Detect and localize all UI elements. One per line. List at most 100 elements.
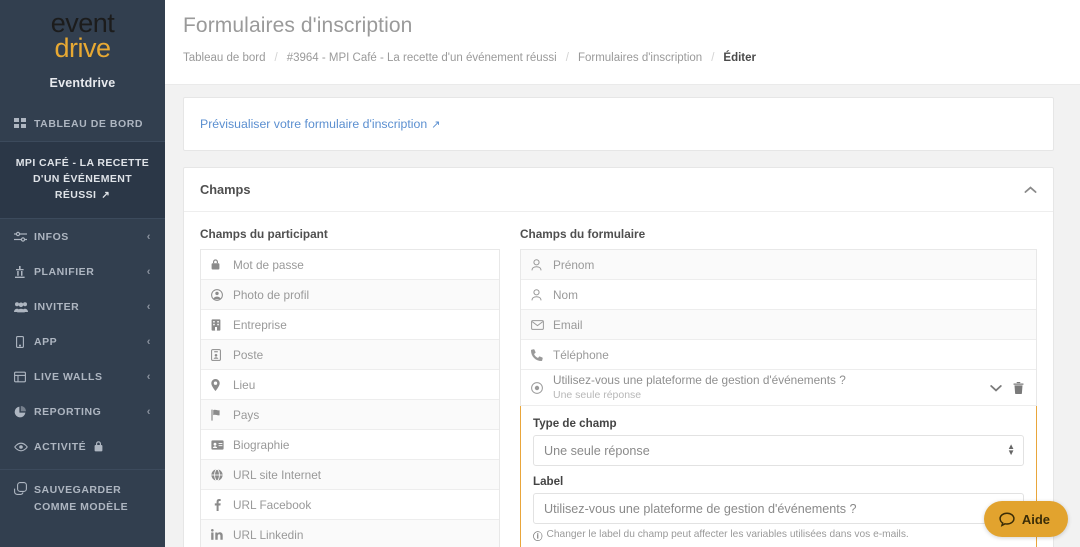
sidebar-current-event[interactable]: MPI CAFÉ - LA RECETTE D'UN ÉVÉNEMENT RÉU… bbox=[0, 141, 165, 220]
help-widget-label: Aide bbox=[1021, 511, 1050, 527]
field-label-input[interactable] bbox=[533, 493, 1024, 524]
list-item-label: Mot de passe bbox=[233, 257, 304, 272]
trash-icon[interactable] bbox=[1013, 381, 1024, 394]
eye-icon bbox=[14, 442, 34, 452]
pie-chart-icon bbox=[14, 405, 34, 418]
field-label-hint-text: Changer le label du champ peut affecter … bbox=[546, 529, 909, 540]
field-edit-panel: Type de champ Une seule réponse ▲ ▼ Label bbox=[520, 406, 1037, 547]
participant-fields-list: Mot de passe Photo de profil Entreprise bbox=[200, 249, 500, 547]
fields-panel-title: Champs bbox=[200, 182, 251, 197]
chevron-down-icon[interactable] bbox=[990, 384, 1002, 392]
chevron-left-icon: ‹ bbox=[146, 265, 151, 278]
list-item[interactable]: URL Linkedin bbox=[201, 520, 499, 547]
chevron-left-icon: ‹ bbox=[146, 405, 151, 418]
chevron-left-icon: ‹ bbox=[146, 335, 151, 348]
fields-panel-header[interactable]: Champs bbox=[184, 168, 1053, 212]
table-cell-label: Email bbox=[553, 317, 583, 332]
phone-icon bbox=[531, 348, 553, 361]
field-type-select[interactable]: Une seule réponse bbox=[533, 435, 1024, 466]
map-pin-icon bbox=[211, 378, 233, 391]
list-item[interactable]: URL Facebook bbox=[201, 490, 499, 520]
mobile-icon bbox=[14, 335, 34, 348]
participant-fields-title: Champs du participant bbox=[200, 227, 328, 241]
table-cell-label: Prénom bbox=[553, 257, 595, 272]
breadcrumb-item-event[interactable]: #3964 - MPI Café - La recette d'un événe… bbox=[287, 52, 557, 64]
sidebar: event drive Eventdrive TABLEAU DE BORD M… bbox=[0, 0, 165, 547]
table-row[interactable]: Email bbox=[521, 310, 1036, 340]
breadcrumb-separator: / bbox=[565, 52, 569, 64]
main-area: Formulaires d'inscription Tableau de bor… bbox=[165, 0, 1080, 547]
list-item[interactable]: Photo de profil bbox=[201, 280, 499, 310]
list-item[interactable]: Mot de passe bbox=[201, 250, 499, 280]
breadcrumb: Tableau de bord / #3964 - MPI Café - La … bbox=[165, 38, 1080, 64]
list-item[interactable]: Pays bbox=[201, 400, 499, 430]
list-item[interactable]: Biographie bbox=[201, 430, 499, 460]
user-circle-icon bbox=[211, 288, 233, 301]
sidebar-item-save-as-template[interactable]: SAUVEGARDER COMME MODÈLE bbox=[0, 470, 165, 515]
external-link-icon: ↗ bbox=[431, 119, 441, 131]
display-icon bbox=[14, 371, 34, 383]
table-cell-label: Téléphone bbox=[553, 347, 609, 362]
topbar: Formulaires d'inscription Tableau de bor… bbox=[165, 0, 1080, 85]
table-row[interactable]: Prénom bbox=[521, 250, 1036, 280]
preview-form-link[interactable]: Prévisualiser votre formulaire d'inscrip… bbox=[200, 117, 440, 131]
list-item-label: Poste bbox=[233, 347, 264, 362]
list-item[interactable]: URL site Internet bbox=[201, 460, 499, 490]
sidebar-item-reporting[interactable]: REPORTING ‹ bbox=[0, 394, 165, 429]
sidebar-item-label: PLANIFIER bbox=[34, 265, 95, 278]
chat-bubble-icon bbox=[999, 511, 1015, 527]
chevron-left-icon: ‹ bbox=[146, 230, 151, 243]
sidebar-item-label: LIVE WALLS bbox=[34, 370, 103, 383]
app-root: event drive Eventdrive TABLEAU DE BORD M… bbox=[0, 0, 1080, 547]
sidebar-item-inviter[interactable]: INVITER ‹ bbox=[0, 289, 165, 324]
breadcrumb-separator: / bbox=[274, 52, 278, 64]
list-item-label: URL Facebook bbox=[233, 497, 312, 512]
sidebar-item-label: INFOS bbox=[34, 230, 69, 243]
form-fields-list: Prénom Nom Email Téléphone Utilisez-vous… bbox=[520, 249, 1037, 406]
globe-icon bbox=[211, 468, 233, 481]
list-item-label: Lieu bbox=[233, 377, 256, 392]
table-row-selected[interactable]: Utilisez-vous une plateforme de gestion … bbox=[521, 370, 1036, 406]
help-widget-button[interactable]: Aide bbox=[983, 501, 1068, 537]
sidebar-item-infos[interactable]: INFOS ‹ bbox=[0, 219, 165, 254]
sliders-icon bbox=[14, 231, 34, 243]
sidebar-item-label: SAUVEGARDER COMME MODÈLE bbox=[34, 484, 129, 513]
table-row[interactable]: Nom bbox=[521, 280, 1036, 310]
breadcrumb-item-dashboard[interactable]: Tableau de bord bbox=[183, 52, 265, 64]
external-link-icon: ↗ bbox=[101, 189, 111, 201]
page-title: Formulaires d'inscription bbox=[183, 14, 413, 37]
users-icon bbox=[14, 301, 34, 313]
envelope-icon bbox=[531, 319, 553, 330]
list-item[interactable]: Poste bbox=[201, 340, 499, 370]
field-type-label: Type de champ bbox=[533, 417, 617, 430]
breadcrumb-item-forms[interactable]: Formulaires d'inscription bbox=[578, 52, 702, 64]
list-item-label: Pays bbox=[233, 407, 260, 422]
form-fields-column: Champs du formulaire Prénom Nom Email Té… bbox=[520, 227, 1037, 547]
sidebar-item-live-walls[interactable]: LIVE WALLS ‹ bbox=[0, 359, 165, 394]
field-label-group: Label ⓘ Changer le label du champ peut a… bbox=[533, 475, 1024, 543]
id-badge-icon bbox=[211, 348, 233, 361]
row-actions bbox=[990, 381, 1026, 394]
list-item[interactable]: Lieu bbox=[201, 370, 499, 400]
chevron-left-icon: ‹ bbox=[146, 370, 151, 383]
chevron-left-icon: ‹ bbox=[146, 300, 151, 313]
sidebar-item-planifier[interactable]: PLANIFIER ‹ bbox=[0, 254, 165, 289]
organization-name: Eventdrive bbox=[49, 76, 116, 90]
sidebar-item-app[interactable]: APP ‹ bbox=[0, 324, 165, 359]
field-label-label: Label bbox=[533, 475, 564, 488]
list-item-label: Biographie bbox=[233, 437, 290, 452]
sidebar-item-dashboard[interactable]: TABLEAU DE BORD bbox=[0, 106, 165, 141]
logo[interactable]: event drive bbox=[0, 0, 165, 66]
sidebar-item-label: REPORTING bbox=[34, 405, 102, 418]
chevron-up-icon[interactable] bbox=[1024, 185, 1037, 194]
sidebar-item-label: APP bbox=[34, 335, 58, 348]
table-cell-subtitle: Une seule réponse bbox=[553, 388, 642, 401]
linkedin-icon bbox=[211, 529, 233, 540]
building-icon bbox=[211, 318, 233, 331]
list-item[interactable]: Entreprise bbox=[201, 310, 499, 340]
table-row[interactable]: Téléphone bbox=[521, 340, 1036, 370]
participant-fields-column: Champs du participant Mot de passe Photo… bbox=[200, 227, 500, 547]
sidebar-item-activite[interactable]: ACTIVITÉ bbox=[0, 429, 165, 464]
preview-form-label: Prévisualiser votre formulaire d'inscrip… bbox=[200, 117, 428, 131]
preview-card: Prévisualiser votre formulaire d'inscrip… bbox=[183, 97, 1054, 151]
